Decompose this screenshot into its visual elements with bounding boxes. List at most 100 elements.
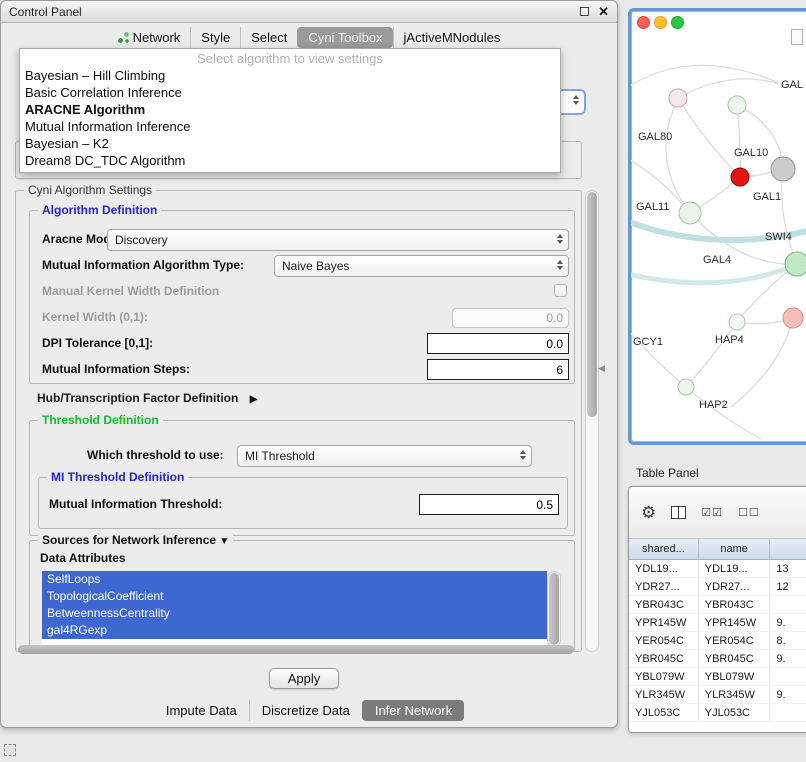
data-attributes-list[interactable]: SelfLoopsTopologicalCoefficientBetweenne…: [42, 571, 547, 647]
chevron-right-icon[interactable]: ▶: [250, 394, 258, 405]
table-row[interactable]: YDR27...YDR27...12: [629, 578, 806, 596]
network-node-label: GAL1: [753, 191, 781, 203]
gear-icon[interactable]: ⚙: [641, 504, 656, 521]
table-cell: [770, 704, 806, 721]
which-threshold-label: Which threshold to use:: [87, 448, 224, 462]
table-cell: YJL053C: [699, 704, 771, 721]
window-title: Control Panel: [9, 5, 82, 19]
attribute-list-item[interactable]: TopologicalCoefficient: [42, 588, 547, 605]
algorithm-popup-item[interactable]: Dream8 DC_TDC Algorithm: [20, 152, 560, 169]
network-view-window[interactable]: GALGAL80GAL10GAL11GAL1SWI4GAL4GCY1HAP4HA…: [628, 8, 806, 445]
sources-title-text: Sources for Network Inference: [42, 533, 216, 547]
algorithm-popup-item[interactable]: Basic Correlation Inference: [20, 84, 560, 101]
table-row[interactable]: YBR045CYBR045C9.: [629, 650, 806, 668]
tab-label: Impute Data: [166, 703, 237, 718]
network-tab-icon: [118, 32, 129, 43]
tab-cyni-toolbox[interactable]: Cyni Toolbox: [297, 27, 392, 48]
mi-steps-label: Mutual Information Steps:: [42, 362, 190, 376]
float-window-icon[interactable]: [580, 7, 589, 16]
hub-section-toggle[interactable]: Hub/Transcription Factor Definition ▶: [37, 391, 257, 405]
deselect-all-checkboxes-icon[interactable]: ☐☐: [738, 506, 760, 519]
network-node-label: SWI4: [765, 231, 792, 243]
table-row[interactable]: YPR145WYPR145W9.: [629, 614, 806, 632]
screen: Control Panel ✕ Network StyleSelectCyni T…: [0, 0, 806, 762]
tab-label: Network: [133, 30, 181, 45]
table-cell: YPR145W: [699, 614, 771, 631]
column-header-shared[interactable]: shared...: [629, 539, 699, 559]
table-cell: YBR043C: [629, 596, 699, 613]
network-node[interactable]: [783, 308, 803, 328]
table-panel-title: Table Panel: [636, 466, 699, 480]
algorithm-popup-item[interactable]: ARACNE Algorithm: [20, 101, 560, 118]
control-panel-titlebar[interactable]: Control Panel ✕: [1, 1, 617, 23]
desktop-mini-icon[interactable]: [4, 744, 16, 756]
tab-infer-network[interactable]: Infer Network: [362, 700, 464, 721]
mi-threshold-field[interactable]: [419, 494, 559, 515]
network-node-label: GAL80: [638, 131, 672, 143]
column-header-name[interactable]: name: [699, 539, 771, 559]
attribute-list-item[interactable]: gal4RGexp: [42, 622, 547, 639]
settings-vertical-scrollbar[interactable]: [585, 190, 599, 652]
attributes-list-scrollbar[interactable]: [547, 571, 561, 647]
table-row[interactable]: YDL19...YDL19...13: [629, 560, 806, 578]
apply-button[interactable]: Apply: [269, 668, 339, 689]
tab-label: Discretize Data: [262, 703, 350, 718]
network-node[interactable]: [771, 157, 795, 181]
table-row[interactable]: YBL079WYBL079W: [629, 668, 806, 686]
network-node[interactable]: [729, 314, 745, 330]
table-row[interactable]: YLR345WYLR345W9.: [629, 686, 806, 704]
tab-impute-data[interactable]: Impute Data: [154, 700, 249, 721]
table-cell: YER054C: [699, 632, 771, 649]
network-node-label: HAP4: [715, 334, 744, 346]
kernel-width-label: Kernel Width (0,1):: [42, 310, 148, 324]
algorithm-popup-item[interactable]: Bayesian – K2: [20, 135, 560, 152]
attribute-list-item[interactable]: BetweennessCentrality: [42, 605, 547, 622]
algorithm-popup-item[interactable]: Bayesian – Hill Climbing: [20, 67, 560, 84]
table-cell: YBR045C: [699, 650, 771, 667]
aracne-mode-combo[interactable]: Discovery: [107, 229, 569, 251]
network-graph[interactable]: GALGAL80GAL10GAL11GAL1SWI4GAL4GCY1HAP4HA…: [631, 27, 806, 439]
table-cell: YDL19...: [699, 560, 771, 577]
table-cell: YLR345W: [699, 686, 771, 703]
scrollbar-thumb[interactable]: [587, 192, 597, 417]
table-cell: YBR043C: [699, 596, 771, 613]
table-toolbar: ⚙ ☑☑ ☐☐: [629, 487, 806, 539]
table-cell: YBR045C: [629, 650, 699, 667]
tab-jactivemnodules[interactable]: jActiveMNodules: [393, 27, 511, 48]
table-cell: [770, 596, 806, 613]
table-row[interactable]: YJL053CYJL053C: [629, 704, 806, 722]
tab-discretize-data[interactable]: Discretize Data: [249, 700, 362, 721]
control-panel-window: Control Panel ✕ Network StyleSelectCyni T…: [0, 0, 618, 728]
mi-type-combo[interactable]: Naive Bayes: [274, 255, 569, 277]
table-row[interactable]: YER054CYER054C8.: [629, 632, 806, 650]
settings-group-title: Cyni Algorithm Settings: [24, 183, 156, 197]
scrollbar-thumb[interactable]: [549, 573, 559, 645]
mi-steps-field[interactable]: [427, 359, 569, 380]
settings-horizontal-scrollbar[interactable]: [18, 645, 574, 654]
network-node[interactable]: [679, 202, 701, 224]
table-cell: 9.: [770, 614, 806, 631]
tab-style[interactable]: Style: [190, 27, 240, 48]
select-all-checkboxes-icon[interactable]: ☑☑: [701, 506, 723, 519]
tab-network[interactable]: Network: [108, 27, 191, 48]
network-node[interactable]: [669, 89, 687, 107]
column-header-extra[interactable]: [770, 539, 806, 559]
chevron-down-icon[interactable]: ▼: [219, 536, 229, 547]
network-node[interactable]: [728, 96, 746, 114]
network-node[interactable]: [678, 379, 694, 395]
panel-splitter-arrow-icon[interactable]: ◀: [598, 363, 605, 374]
attribute-list-item[interactable]: SelfLoops: [42, 571, 547, 588]
algorithm-popup-item[interactable]: Mutual Information Inference: [20, 118, 560, 135]
algorithm-popup-list: Bayesian – Hill ClimbingBasic Correlatio…: [20, 67, 560, 169]
dpi-tolerance-field[interactable]: [427, 333, 569, 354]
network-node[interactable]: [731, 168, 749, 186]
combo-stepper-icon: [557, 234, 563, 244]
network-node[interactable]: [785, 252, 806, 276]
columns-icon[interactable]: [671, 506, 686, 519]
table-row[interactable]: YBR043CYBR043C: [629, 596, 806, 614]
close-window-icon[interactable]: ✕: [598, 5, 609, 18]
mi-type-label: Mutual Information Algorithm Type:: [42, 258, 244, 272]
tab-select[interactable]: Select: [240, 27, 297, 48]
which-threshold-combo[interactable]: MI Threshold: [237, 445, 532, 467]
combo-stepper-icon: [573, 95, 579, 105]
